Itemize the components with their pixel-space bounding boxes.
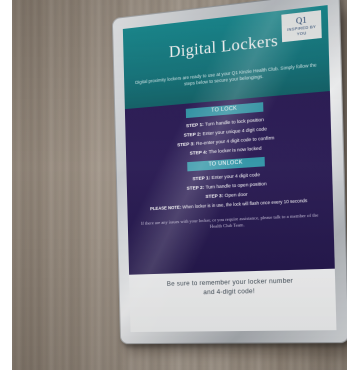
step-text: Enter your unique 4 digit code [202, 126, 267, 137]
step-label: STEP 1: [192, 175, 211, 182]
sign-footer: Be sure to remember your locker number a… [129, 268, 337, 333]
note-label: PLEASE NOTE: [150, 204, 182, 212]
brand-logo: Q1 [295, 15, 307, 26]
sign-header: Q1 INSPIRED BY YOU Digital Lockers Digit… [122, 5, 330, 110]
wall-photo: Q1 INSPIRED BY YOU Digital Lockers Digit… [12, 0, 347, 370]
step-text: Re-enter your 4 digit code to confirm [195, 135, 275, 147]
unlock-step: STEP 2: Turn handle to open position [127, 175, 333, 196]
digital-lockers-sign: Q1 INSPIRED BY YOU Digital Lockers Digit… [122, 5, 337, 333]
step-label: STEP 2: [183, 131, 202, 138]
unlock-steps: STEP 1: Enter your 4 digit code STEP 2: … [127, 165, 333, 205]
sign-intro: Digital proximity lockers are ready to u… [135, 62, 317, 87]
lock-step: STEP 4: The locker is now locked [126, 138, 331, 162]
to-unlock-heading: TO UNLOCK [187, 156, 265, 172]
help-text: If there are any issues with your locker… [140, 212, 319, 229]
lock-step: STEP 3: Re-enter your 4 digit code to co… [126, 129, 331, 154]
step-label: STEP 4: [189, 149, 208, 156]
step-label: STEP 3: [177, 141, 195, 148]
step-label: STEP 3: [205, 192, 224, 200]
unlock-step: STEP 1: Enter your 4 digit code [127, 165, 333, 187]
instructions-panel: TO LOCK STEP 1: Turn handle to lock posi… [124, 91, 335, 275]
silver-snap-frame: Q1 INSPIRED BY YOU Digital Lockers Digit… [111, 0, 347, 345]
brand-badge: Q1 INSPIRED BY YOU [281, 10, 322, 43]
step-text: Open door [224, 191, 248, 199]
note-text: When locker is in use, the lock will fla… [182, 197, 308, 210]
step-text: The locker is now locked [208, 145, 262, 155]
footer-line-1: Be sure to remember your locker number [166, 277, 294, 288]
frame-shadow [127, 11, 347, 357]
step-label: STEP 1: [185, 121, 204, 129]
step-text: Turn handle to open position [205, 181, 267, 190]
lock-step: STEP 2: Enter your unique 4 digit code [126, 119, 331, 144]
unlock-step: STEP 3: Open door [127, 185, 333, 206]
lock-steps: STEP 1: Turn handle to lock position STE… [125, 109, 331, 162]
step-text: Turn handle to lock position [204, 116, 264, 127]
step-text: Enter your 4 digit code [211, 171, 261, 181]
footer-line-2: and 4-digit code! [203, 287, 255, 297]
brand-tagline: INSPIRED BY YOU [287, 24, 317, 37]
lock-step: STEP 1: Turn handle to lock position [125, 109, 330, 135]
sign-title: Digital Lockers [168, 32, 279, 62]
to-lock-heading: TO LOCK [185, 102, 264, 119]
please-note: PLEASE NOTE: When locker is in use, the … [133, 197, 326, 213]
step-label: STEP 2: [186, 184, 205, 191]
glass-glare [122, 5, 337, 333]
